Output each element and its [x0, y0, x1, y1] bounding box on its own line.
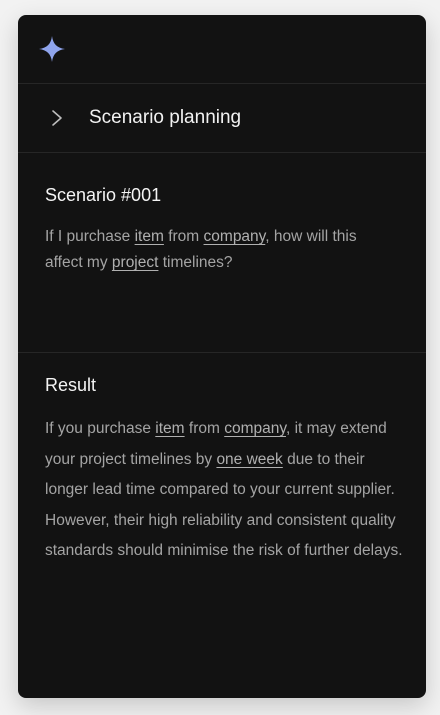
scenario-card: Scenario planning Scenario #001 If I pur… [18, 15, 426, 698]
sparkle-icon [39, 36, 65, 62]
scenario-section: Scenario #001 If I purchase item from co… [18, 153, 426, 353]
chevron-right-icon[interactable] [50, 108, 64, 128]
company-link[interactable]: company [204, 228, 266, 245]
scenario-query: If I purchase item from company, how wil… [45, 224, 375, 276]
item-link[interactable]: item [155, 420, 184, 437]
query-text: If I purchase [45, 228, 135, 245]
nav-label[interactable]: Scenario planning [89, 106, 241, 130]
duration-link[interactable]: one week [216, 451, 282, 468]
result-title: Result [45, 375, 97, 395]
project-link[interactable]: project [112, 254, 159, 271]
query-text: from [163, 228, 204, 245]
item-link[interactable]: item [135, 228, 164, 245]
result-fragment: from [184, 420, 225, 437]
scenario-title: Scenario #001 [45, 185, 162, 205]
company-link[interactable]: company [224, 420, 286, 437]
result-fragment: If you purchase [45, 420, 156, 437]
result-text: If you purchase item from company, it ma… [45, 414, 405, 567]
query-text: timelines? [158, 254, 233, 271]
card-header [18, 15, 426, 84]
scenario-planning-nav[interactable]: Scenario planning [18, 84, 426, 153]
